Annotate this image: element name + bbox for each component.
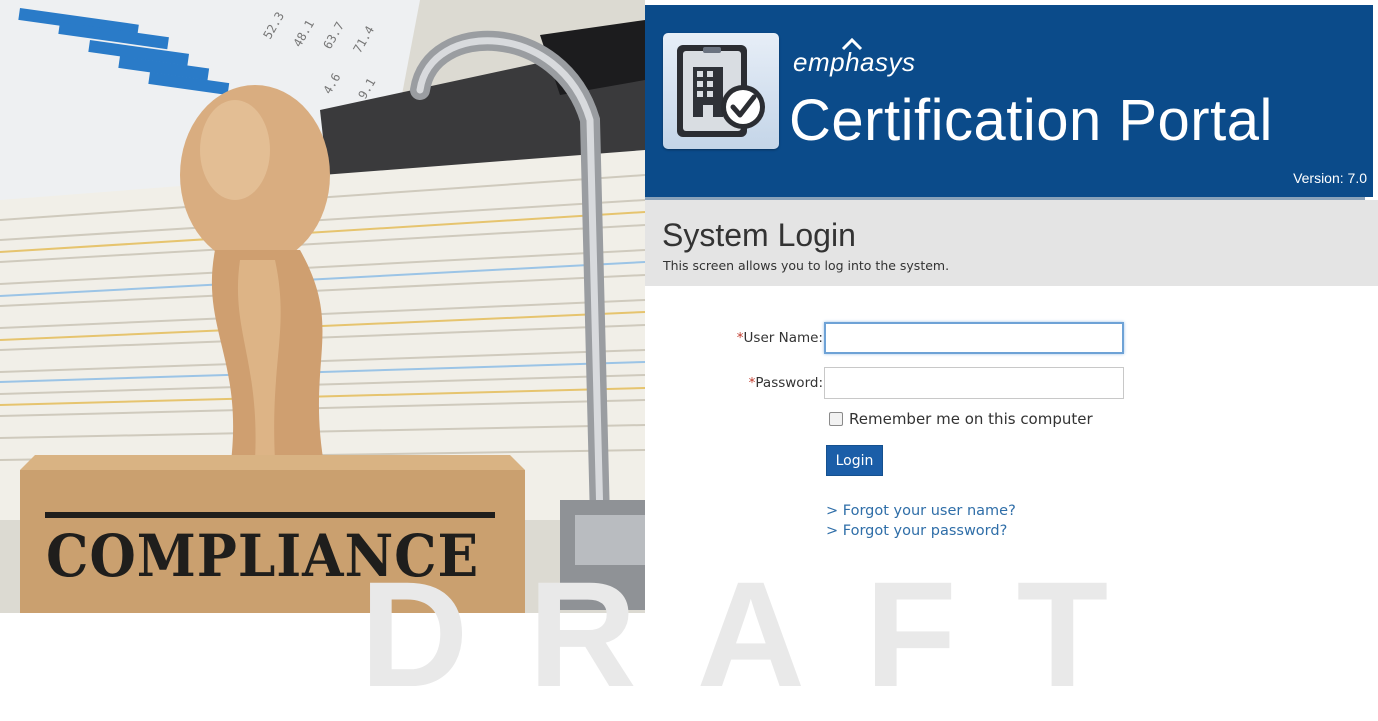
forgot-password-link[interactable]: > Forgot your password? <box>826 523 1007 539</box>
forgot-username-link[interactable]: > Forgot your user name? <box>826 503 1016 519</box>
checkmark-badge-icon <box>721 85 765 129</box>
required-marker: * <box>736 330 744 346</box>
password-input[interactable] <box>824 367 1124 399</box>
building-certificate-logo-icon <box>663 33 779 149</box>
remember-me-checkbox[interactable] <box>829 412 843 426</box>
remember-me-option[interactable]: Remember me on this computer <box>829 410 1093 428</box>
product-title: Certification Portal <box>789 88 1273 153</box>
header-banner: emphasys Certification Portal Version: 7… <box>645 5 1373 197</box>
page-title: System Login <box>662 217 856 253</box>
password-label: *Password: <box>748 375 823 391</box>
remember-me-label: Remember me on this computer <box>849 410 1093 428</box>
stamp-compliance-text: COMPLIANCE <box>46 522 480 590</box>
brand-name: emphasys <box>793 47 916 77</box>
username-label: *User Name: <box>736 330 823 346</box>
username-input[interactable] <box>824 322 1124 354</box>
page-header: System Login This screen allows you to l… <box>645 200 1378 286</box>
hero-image: 52.3 48.1 63.7 71.4 4.6 9.1 COMPLIANCE <box>0 0 645 613</box>
version-label: Version: 7.0 <box>1293 170 1367 186</box>
login-button[interactable]: Login <box>826 445 883 476</box>
page-subtitle: This screen allows you to log into the s… <box>663 258 950 273</box>
